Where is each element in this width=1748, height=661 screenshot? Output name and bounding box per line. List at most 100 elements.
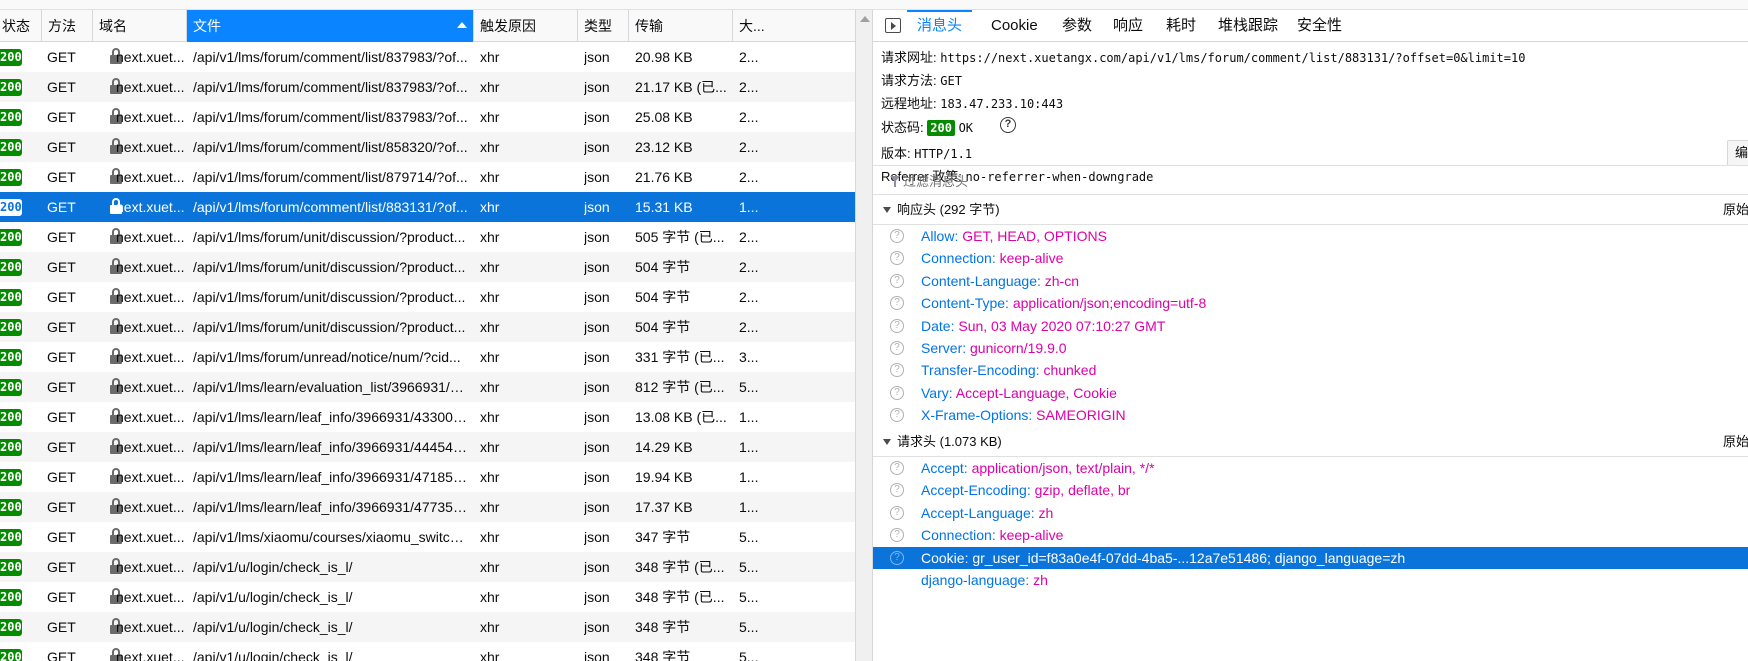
cell-cause: xhr bbox=[480, 349, 500, 365]
header-help-icon[interactable]: ? bbox=[890, 251, 904, 266]
tab-params[interactable]: 参数 bbox=[1052, 10, 1102, 42]
header-row[interactable]: ? Content-Type: application/json;encoding… bbox=[873, 292, 1748, 314]
column-file[interactable]: 文件 bbox=[187, 10, 474, 42]
request-row[interactable]: 200 GET next.xuet... /api/v1/lms/forum/comm… bbox=[0, 42, 855, 72]
request-row[interactable]: 200 GET next.xuet... /api/v1/lms/forum/comm… bbox=[0, 162, 855, 192]
request-row[interactable]: 200 GET next.xuet... /api/v1/u/login/check_… bbox=[0, 642, 855, 661]
request-row[interactable]: 200 GET next.xuet... /api/v1/lms/forum/unre… bbox=[0, 342, 855, 372]
header-help-icon[interactable]: ? bbox=[890, 505, 904, 520]
cell-cause: xhr bbox=[480, 559, 500, 575]
header-help-icon[interactable]: ? bbox=[890, 229, 904, 243]
request-row[interactable]: 200 GET next.xuet... /api/v1/lms/learn/eval… bbox=[0, 372, 855, 402]
request-row[interactable]: 200 GET next.xuet... /api/v1/lms/learn/leaf… bbox=[0, 462, 855, 492]
cell-method: GET bbox=[47, 109, 76, 125]
column-status[interactable]: 状态 bbox=[0, 10, 42, 42]
request-row[interactable]: 200 GET next.xuet... /api/v1/lms/forum/unit… bbox=[0, 222, 855, 252]
request-row[interactable]: 200 GET next.xuet... /api/v1/lms/forum/comm… bbox=[0, 132, 855, 162]
column-size[interactable]: 大... bbox=[733, 10, 855, 42]
scroll-up-arrow-icon[interactable] bbox=[860, 16, 870, 22]
tab-headers[interactable]: 消息头 bbox=[907, 10, 973, 42]
cell-transfer: 23.12 KB bbox=[635, 139, 693, 155]
header-help-icon[interactable]: ? bbox=[890, 341, 904, 355]
header-help-icon[interactable]: ? bbox=[890, 483, 904, 498]
status-badge: 200 bbox=[0, 529, 22, 546]
header-help-icon[interactable]: ? bbox=[890, 363, 904, 378]
column-transferred[interactable]: 传输 bbox=[629, 10, 733, 42]
request-row[interactable]: 200 GET next.xuet... /api/v1/lms/forum/unit… bbox=[0, 312, 855, 342]
request-row[interactable]: 200 GET next.xuet... /api/v1/lms/forum/comm… bbox=[0, 102, 855, 132]
request-row[interactable]: 200 GET next.xuet... /api/v1/lms/learn/leaf… bbox=[0, 432, 855, 462]
splitter-scrollbar[interactable] bbox=[855, 10, 873, 661]
request-url-value[interactable]: https://next.xuetangx.com/api/v1/lms/for… bbox=[940, 51, 1525, 65]
header-row[interactable]: ? Transfer-Encoding: chunked bbox=[873, 359, 1748, 381]
status-badge: 200 bbox=[0, 169, 22, 186]
request-row[interactable]: 200 GET next.xuet... /api/v1/u/login/check_… bbox=[0, 552, 855, 582]
request-row[interactable]: 200 GET next.xuet... /api/v1/lms/xiaomu/cou… bbox=[0, 522, 855, 552]
tab-timings[interactable]: 耗时 bbox=[1156, 10, 1206, 42]
header-row[interactable]: ? Content-Language: zh-cn bbox=[873, 270, 1748, 292]
header-row[interactable]: ? Allow: GET, HEAD, OPTIONS bbox=[873, 225, 1748, 247]
status-help-icon[interactable]: ? bbox=[1000, 117, 1016, 133]
cell-cause: xhr bbox=[480, 409, 500, 425]
tab-cookies[interactable]: Cookie bbox=[981, 10, 1048, 42]
cell-file: /api/v1/lms/learn/leaf_info/3966931/4718… bbox=[193, 469, 471, 485]
header-row[interactable]: ? Accept-Language: zh bbox=[873, 502, 1748, 524]
cell-domain: next.xuet... bbox=[116, 289, 185, 305]
cell-method: GET bbox=[47, 259, 76, 275]
request-raw-toggle[interactable]: 原始 bbox=[1723, 427, 1748, 457]
cell-cause: xhr bbox=[480, 109, 500, 125]
header-row[interactable]: ? X-Frame-Options: SAMEORIGIN bbox=[873, 404, 1748, 426]
header-row[interactable]: ? Cookie: gr_user_id=f83a0e4f-07dd-4ba5-.… bbox=[873, 546, 1748, 569]
header-help-icon[interactable]: ? bbox=[890, 528, 904, 543]
header-value: zh-cn bbox=[1044, 272, 1079, 289]
toggle-sidebar-icon[interactable] bbox=[885, 18, 901, 33]
column-method[interactable]: 方法 bbox=[42, 10, 93, 42]
column-type[interactable]: 类型 bbox=[578, 10, 629, 42]
response-headers-section[interactable]: 响应头 (292 字节) 原始 bbox=[873, 195, 1748, 225]
request-row[interactable]: 200 GET next.xuet... /api/v1/lms/forum/unit… bbox=[0, 252, 855, 282]
header-help-icon[interactable]: ? bbox=[890, 550, 904, 565]
request-row[interactable]: 200 GET next.xuet... /api/v1/lms/learn/leaf… bbox=[0, 402, 855, 432]
header-row[interactable]: ? Server: gunicorn/19.9.0 bbox=[873, 337, 1748, 359]
status-badge: 200 bbox=[0, 259, 22, 276]
request-row[interactable]: 200 GET next.xuet... /api/v1/lms/learn/leaf… bbox=[0, 492, 855, 522]
edit-resend-button[interactable]: 编 bbox=[1727, 140, 1748, 166]
header-help-icon[interactable]: ? bbox=[890, 408, 904, 423]
request-row[interactable]: 200 GET next.xuet... /api/v1/u/login/check_… bbox=[0, 582, 855, 612]
filter-headers-input[interactable] bbox=[903, 171, 1503, 191]
column-domain[interactable]: 域名 bbox=[93, 10, 187, 42]
request-row[interactable]: 200 GET next.xuet... /api/v1/lms/forum/comm… bbox=[0, 192, 855, 222]
tab-stack-trace[interactable]: 堆栈跟踪 bbox=[1208, 10, 1288, 42]
header-row[interactable]: ? Connection: keep-alive bbox=[873, 524, 1748, 546]
header-name: Vary: Accept-Language, Cookie bbox=[921, 382, 1117, 404]
cell-transfer: 347 字节 bbox=[635, 529, 691, 545]
tab-security[interactable]: 安全性 bbox=[1287, 10, 1352, 42]
request-row[interactable]: 200 GET next.xuet... /api/v1/lms/forum/comm… bbox=[0, 72, 855, 102]
header-help-icon[interactable]: ? bbox=[890, 318, 904, 333]
header-value: SAMEORIGIN bbox=[1036, 407, 1126, 424]
request-row[interactable]: 200 GET next.xuet... /api/v1/lms/forum/unit… bbox=[0, 282, 855, 312]
cell-transfer: 13.08 KB (已... bbox=[635, 409, 727, 425]
header-row[interactable]: ? Vary: Accept-Language, Cookie bbox=[873, 382, 1748, 404]
status-code-row: 状态码: 200 OK bbox=[881, 117, 973, 136]
cell-file: /api/v1/u/login/check_is_l/ bbox=[193, 559, 353, 575]
header-row[interactable]: ? Date: Sun, 03 May 2020 07:10:27 GMT bbox=[873, 315, 1748, 337]
header-help-icon[interactable]: ? bbox=[890, 385, 904, 400]
header-help-icon[interactable]: ? bbox=[890, 296, 904, 311]
header-help-icon[interactable]: ? bbox=[890, 273, 904, 288]
cell-transfer: 19.94 KB bbox=[635, 469, 693, 485]
request-headers-section[interactable]: 请求头 (1.073 KB) 原始 bbox=[873, 427, 1748, 457]
header-row[interactable]: ? Accept: application/json, text/plain, *… bbox=[873, 457, 1748, 479]
header-row[interactable]: django-language: zh bbox=[873, 569, 1748, 591]
response-raw-toggle[interactable]: 原始 bbox=[1723, 195, 1748, 225]
column-cause[interactable]: 触发原因 bbox=[474, 10, 578, 42]
header-row[interactable]: ? Accept-Encoding: gzip, deflate, br bbox=[873, 479, 1748, 501]
cell-cause: xhr bbox=[480, 199, 500, 215]
tab-response[interactable]: 响应 bbox=[1103, 10, 1153, 42]
header-row[interactable]: ? Connection: keep-alive bbox=[873, 247, 1748, 269]
cell-domain: next.xuet... bbox=[116, 529, 185, 545]
header-help-icon[interactable]: ? bbox=[890, 461, 904, 475]
status-badge: 200 bbox=[0, 619, 22, 636]
cell-file: /api/v1/lms/forum/comment/list/837983/?o… bbox=[193, 79, 468, 95]
request-row[interactable]: 200 GET next.xuet... /api/v1/u/login/check_… bbox=[0, 612, 855, 642]
